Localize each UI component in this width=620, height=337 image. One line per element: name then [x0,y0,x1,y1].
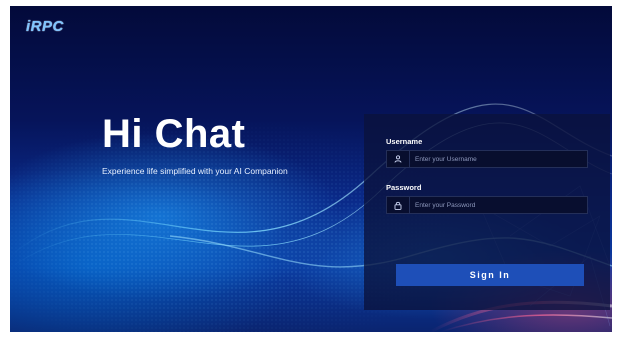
lock-icon [387,197,410,213]
username-field [386,150,588,168]
user-icon [387,151,410,167]
username-input[interactable] [415,151,583,167]
logo-text: iRPC [26,18,64,35]
login-form: Username Password Sign In [364,114,610,310]
login-screen: iRPC Hi Chat Experience life simplified … [10,6,612,332]
password-input[interactable] [415,197,583,213]
hero-subtitle: Experience life simplified with your AI … [102,166,288,176]
username-label: Username [386,137,423,146]
sign-in-button[interactable]: Sign In [396,264,584,286]
password-field [386,196,588,214]
password-label: Password [386,183,422,192]
brand-logo: iRPC [26,18,64,35]
hero-title: Hi Chat [102,112,246,156]
